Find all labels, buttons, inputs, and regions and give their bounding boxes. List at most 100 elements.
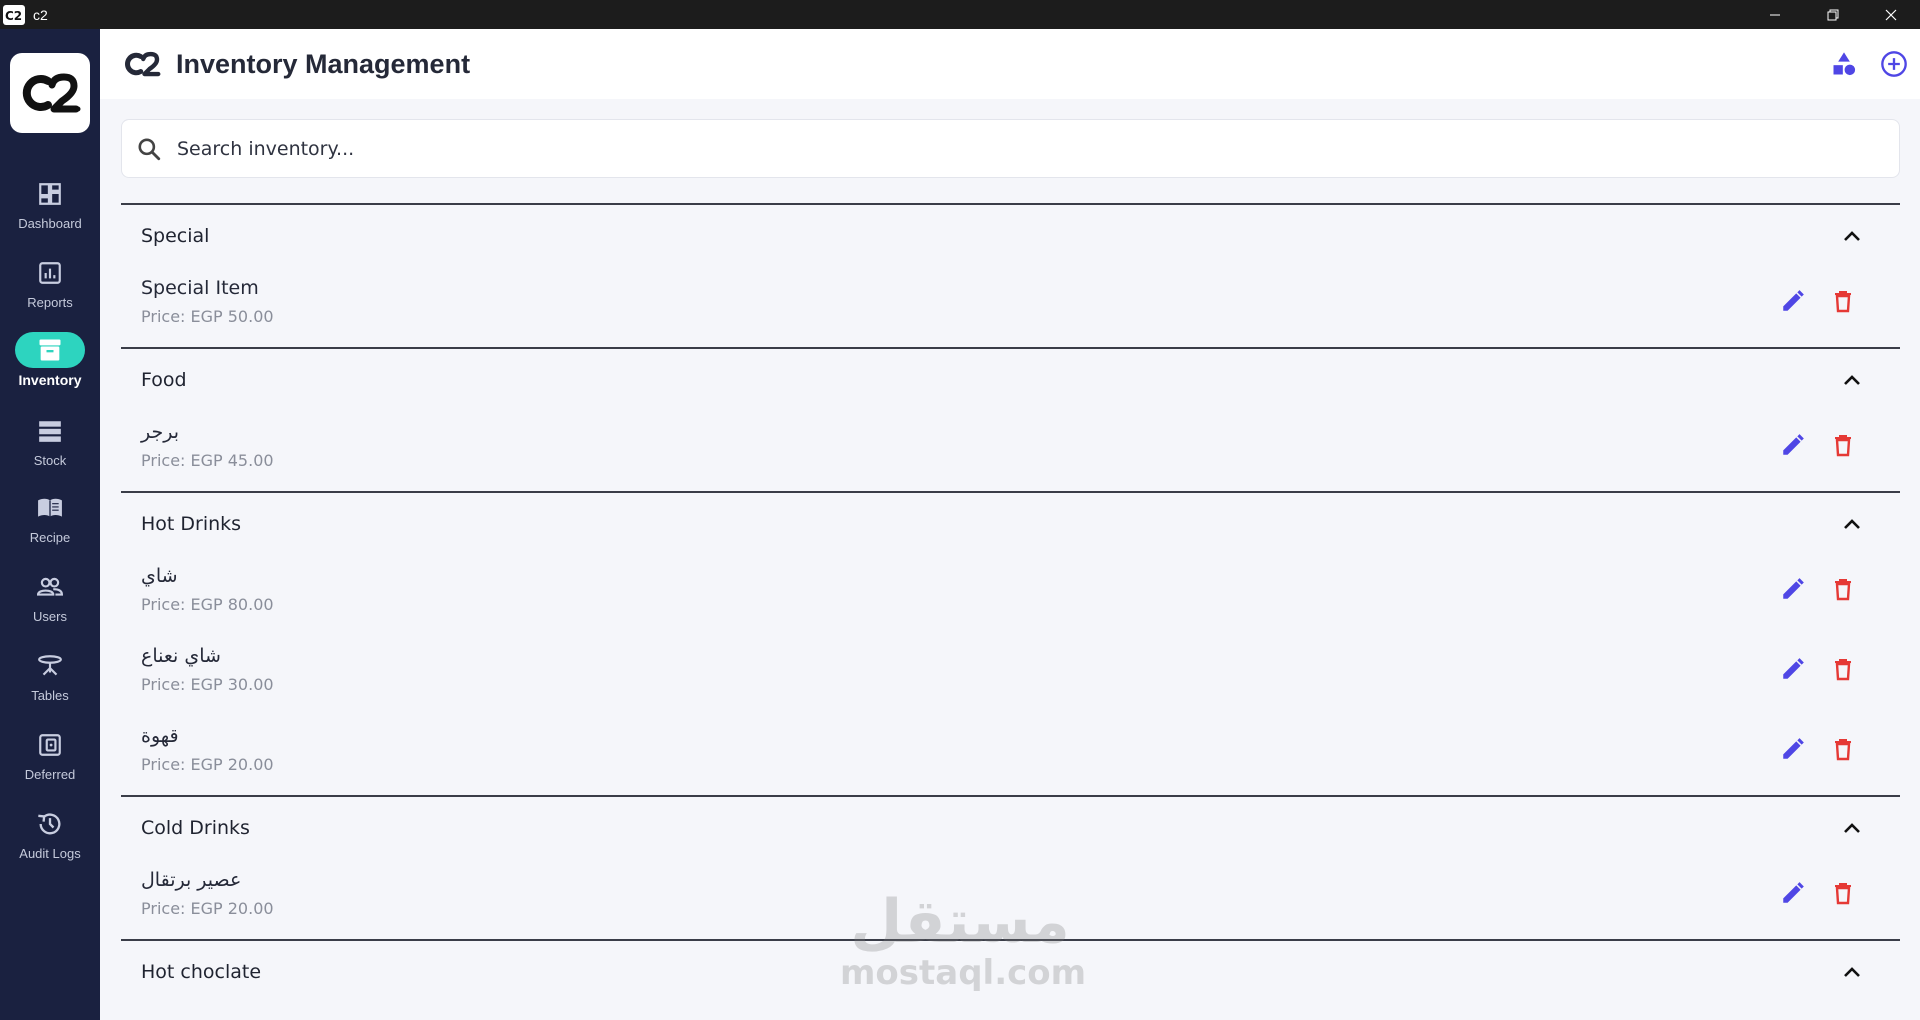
- list-item: برجر Price: EGP 45.00: [121, 411, 1900, 491]
- window-titlebar: C2 c2: [0, 0, 1920, 29]
- delete-button[interactable]: [1827, 285, 1859, 317]
- recipe-icon: [15, 490, 85, 526]
- trash-icon: [1835, 579, 1851, 601]
- delete-button[interactable]: [1827, 653, 1859, 685]
- edit-button[interactable]: [1777, 285, 1809, 317]
- item-price: Price: EGP 20.00: [141, 899, 274, 918]
- search-bar: [121, 119, 1900, 178]
- trash-icon: [1835, 291, 1851, 313]
- sidebar-item-users[interactable]: Users: [0, 569, 100, 641]
- minimize-icon: [1770, 14, 1780, 15]
- sidebar-item-tables[interactable]: Tables: [0, 648, 100, 720]
- users-icon: [15, 569, 85, 605]
- category-header-cold-drinks[interactable]: Cold Drinks: [121, 797, 1900, 859]
- pencil-icon: [1783, 658, 1804, 679]
- item-price: Price: EGP 20.00: [141, 755, 274, 774]
- deferred-icon: [15, 727, 85, 763]
- category-header-food[interactable]: Food: [121, 349, 1900, 411]
- sidebar-item-stock[interactable]: Stock: [0, 413, 100, 485]
- category-title: Special: [141, 225, 210, 247]
- watermark: مستقل mostaql.com: [840, 887, 1086, 1000]
- chevron-up-icon[interactable]: [1839, 511, 1865, 537]
- category-title: Hot choclate: [141, 961, 262, 983]
- app-logo[interactable]: [10, 53, 90, 133]
- trash-icon: [1835, 659, 1851, 681]
- minimize-button[interactable]: [1746, 0, 1804, 29]
- sidebar-item-label: Tables: [31, 688, 69, 703]
- delete-button[interactable]: [1827, 573, 1859, 605]
- edit-button[interactable]: [1777, 733, 1809, 765]
- tables-icon: [15, 648, 85, 684]
- category-shapes-icon: [1833, 52, 1856, 76]
- close-icon: [1885, 9, 1897, 20]
- audit-logs-icon: [15, 806, 85, 842]
- delete-button[interactable]: [1827, 429, 1859, 461]
- dashboard-icon: [15, 176, 85, 212]
- category-title: Hot Drinks: [141, 513, 242, 535]
- restore-icon: [1827, 9, 1839, 20]
- sidebar-item-inventory[interactable]: Inventory: [0, 332, 100, 404]
- item-name: Special Item: [141, 277, 259, 299]
- chevron-up-icon[interactable]: [1839, 367, 1865, 393]
- trash-icon: [1835, 883, 1851, 905]
- restore-button[interactable]: [1804, 0, 1862, 29]
- watermark-arabic: مستقل: [850, 887, 1070, 957]
- edit-button[interactable]: [1777, 653, 1809, 685]
- item-name: قهوة: [141, 725, 179, 747]
- sidebar-item-audit-logs[interactable]: Audit Logs: [0, 806, 100, 878]
- chevron-up-icon[interactable]: [1839, 959, 1865, 985]
- pencil-icon: [1783, 738, 1804, 759]
- page-header: Inventory Management: [100, 29, 1920, 99]
- category-header-special[interactable]: Special: [121, 205, 1900, 267]
- c2-logo-icon: [22, 73, 81, 113]
- sidebar: Dashboard Reports Inventory Stock Recipe…: [0, 29, 100, 1020]
- sidebar-item-label: Reports: [27, 295, 73, 310]
- svg-text:C2: C2: [5, 9, 22, 22]
- window-title: c2: [33, 6, 48, 23]
- item-price: Price: EGP 50.00: [141, 307, 274, 326]
- item-price: Price: EGP 30.00: [141, 675, 274, 694]
- list-item: شاي Price: EGP 80.00: [121, 555, 1900, 635]
- item-name: شاي نعناع: [141, 645, 221, 667]
- category-title: Food: [141, 369, 187, 391]
- reports-icon: [15, 255, 85, 291]
- edit-button[interactable]: [1777, 429, 1809, 461]
- close-window-button[interactable]: [1862, 0, 1920, 29]
- add-circle-icon: [1881, 51, 1907, 77]
- item-name: عصير برتقال: [141, 869, 242, 891]
- delete-button[interactable]: [1827, 877, 1859, 909]
- chevron-up-icon[interactable]: [1839, 815, 1865, 841]
- search-input[interactable]: [177, 137, 1777, 160]
- edit-button[interactable]: [1777, 877, 1809, 909]
- item-name: شاي: [141, 565, 178, 587]
- inventory-icon: [15, 332, 85, 368]
- pencil-icon: [1783, 290, 1804, 311]
- trash-icon: [1835, 739, 1851, 761]
- list-item: شاي نعناع Price: EGP 30.00: [121, 635, 1900, 715]
- sidebar-item-label: Users: [33, 609, 67, 624]
- sidebar-item-reports[interactable]: Reports: [0, 255, 100, 327]
- pencil-icon: [1783, 882, 1804, 903]
- item-name: برجر: [141, 421, 179, 443]
- list-item: قهوة Price: EGP 20.00: [121, 715, 1900, 795]
- categories-button[interactable]: [1828, 48, 1860, 80]
- pencil-icon: [1783, 578, 1804, 599]
- item-price: Price: EGP 80.00: [141, 595, 274, 614]
- search-icon: [134, 134, 164, 164]
- add-item-button[interactable]: [1878, 48, 1910, 80]
- sidebar-item-recipe[interactable]: Recipe: [0, 490, 100, 562]
- sidebar-item-label: Deferred: [24, 767, 76, 782]
- sidebar-item-label: Recipe: [29, 530, 71, 545]
- trash-icon: [1835, 435, 1851, 457]
- sidebar-item-dashboard[interactable]: Dashboard: [0, 176, 100, 248]
- sidebar-item-label: Inventory: [18, 372, 82, 388]
- sidebar-item-deferred[interactable]: Deferred: [0, 727, 100, 799]
- sidebar-item-label: Stock: [33, 453, 67, 468]
- stock-icon: [15, 413, 85, 449]
- chevron-up-icon[interactable]: [1839, 223, 1865, 249]
- sidebar-item-label: Audit Logs: [19, 846, 81, 861]
- pencil-icon: [1783, 434, 1804, 455]
- delete-button[interactable]: [1827, 733, 1859, 765]
- edit-button[interactable]: [1777, 573, 1809, 605]
- category-header-hot-drinks[interactable]: Hot Drinks: [121, 493, 1900, 555]
